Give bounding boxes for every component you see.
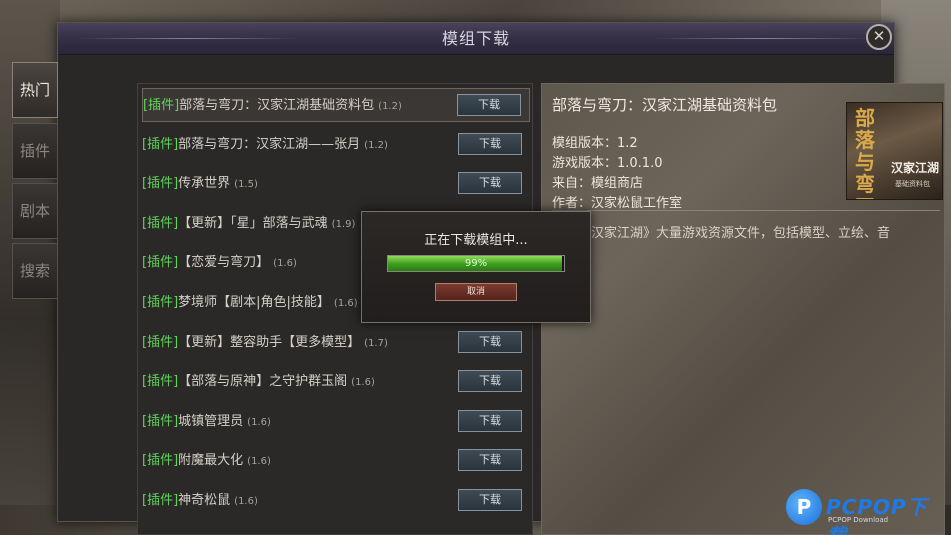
- mod-name: 城镇管理员: [178, 413, 244, 429]
- tab-plugins[interactable]: 插件: [12, 123, 58, 179]
- mod-tag: [插件]: [142, 255, 179, 271]
- tab-scripts[interactable]: 剧本: [12, 183, 58, 239]
- mod-version-tag: (1.7): [364, 337, 388, 349]
- mod-version-tag: (1.6): [247, 456, 271, 468]
- mod-version-tag: (1.2): [364, 139, 388, 151]
- mod-tag: [插件]: [142, 136, 179, 152]
- download-button[interactable]: 下载: [458, 370, 522, 393]
- mod-version-tag: (1.6): [273, 258, 297, 270]
- download-button[interactable]: 下载: [458, 132, 522, 155]
- download-button[interactable]: 下载: [458, 409, 522, 432]
- detail-divider: [552, 210, 940, 211]
- mod-tag: [插件]: [142, 334, 179, 350]
- tab-hot[interactable]: 热门: [12, 62, 58, 118]
- mod-name: 部落与弯刀：汉家江湖基础资料包: [179, 98, 375, 113]
- title-ornament-left: [78, 38, 298, 39]
- mod-list-item[interactable]: [插件]【部落与原神】之守护群玉阁 (1.6) 下载: [142, 365, 530, 399]
- mod-tag: [插件]: [143, 98, 180, 113]
- download-button[interactable]: 下载: [458, 489, 522, 511]
- mod-version-tag: (1.9): [331, 218, 356, 230]
- mod-name: 【部落与原神】之守护群玉阁: [178, 374, 348, 390]
- mod-name: 神奇松鼠: [178, 493, 231, 508]
- mod-tag: [插件]: [142, 215, 179, 231]
- download-progress-bar: 99%: [387, 255, 565, 272]
- mod-name: 梦境师【剧本|角色|技能】: [178, 295, 330, 310]
- title-ornament-right: [654, 38, 874, 39]
- mod-tag: [插件]: [142, 453, 179, 469]
- mod-name: 附魔最大化: [178, 453, 244, 469]
- cover-caption: 基础资料包: [895, 180, 930, 188]
- mod-tag: [插件]: [142, 295, 179, 310]
- cover-subtitle: 汉家江湖: [891, 161, 940, 175]
- mod-name: 【更新】「星」部落与武魂: [178, 215, 328, 231]
- mod-version-tag: (1.2): [378, 101, 402, 112]
- download-button[interactable]: 下载: [458, 449, 522, 472]
- mod-list-item[interactable]: [插件]附魔最大化 (1.6) 下载: [142, 444, 530, 478]
- title-bar: 模组下载: [58, 23, 894, 55]
- mod-author: 作者：汉家松鼠工作室: [552, 196, 683, 211]
- mod-list-item[interactable]: [插件]神奇松鼠 (1.6) 下载: [142, 484, 530, 518]
- mod-detail-panel: 部落与弯刀：汉家江湖基础资料包 模组版本：1.2 游戏版本：1.0.1.0 来自…: [541, 83, 945, 535]
- close-button[interactable]: ✕: [866, 24, 892, 50]
- mod-name: 部落与弯刀：汉家江湖——张月: [178, 136, 361, 152]
- game-version: 游戏版本：1.0.1.0: [552, 156, 663, 171]
- mod-tag: [插件]: [142, 374, 179, 390]
- download-progress-dialog: 正在下载模组中... 99% 取消: [361, 211, 591, 323]
- mod-version-tag: (1.6): [351, 377, 375, 389]
- mod-cover-image: 部落与弯刀 汉家江湖 基础资料包: [846, 102, 943, 200]
- cancel-button[interactable]: 取消: [435, 283, 517, 301]
- tab-search[interactable]: 搜索: [12, 243, 58, 299]
- mod-description: 包含《汉家江湖》大量游戏资源文件，包括模型、立绘、音: [552, 226, 891, 241]
- download-button[interactable]: 下载: [458, 330, 522, 353]
- mod-version: 模组版本：1.2: [552, 136, 638, 151]
- download-button[interactable]: 下载: [458, 172, 522, 195]
- mod-version-tag: (1.6): [234, 496, 258, 507]
- progress-label: 99%: [464, 258, 488, 269]
- download-message: 正在下载模组中...: [424, 233, 528, 248]
- mod-name: 传承世界: [178, 176, 231, 192]
- mod-version-tag: (1.6): [333, 298, 358, 309]
- cover-title: 部落与弯刀: [855, 106, 875, 199]
- watermark-text: PCPOP下载: [826, 495, 928, 535]
- site-watermark: P PCPOP下载 PCPOP Download: [786, 487, 948, 535]
- mod-version-tag: (1.5): [234, 179, 258, 191]
- mod-version-tag: (1.6): [247, 416, 271, 428]
- mod-tag: [插件]: [142, 176, 179, 192]
- watermark-subtext: PCPOP Download: [828, 516, 889, 524]
- pcpop-logo-icon: P: [786, 489, 822, 525]
- mod-tag: [插件]: [142, 493, 179, 508]
- mod-list-item[interactable]: [插件]城镇管理员 (1.6) 下载: [142, 405, 530, 439]
- mod-name: 【更新】整容助手【更多模型】: [178, 334, 361, 350]
- mod-source: 来自：模组商店: [552, 176, 644, 191]
- mod-list-item[interactable]: [插件]传承世界 (1.5) 下载: [142, 167, 530, 201]
- mod-list-item[interactable]: [插件]部落与弯刀：汉家江湖基础资料包 (1.2) 下载: [142, 88, 530, 122]
- mod-list-item[interactable]: [插件]【更新】整容助手【更多模型】 (1.7) 下载: [142, 326, 530, 360]
- detail-title: 部落与弯刀：汉家江湖基础资料包: [552, 96, 778, 114]
- window-title: 模组下载: [441, 29, 510, 48]
- mod-name: 【恋爱与弯刀】: [178, 255, 270, 271]
- mod-list-item[interactable]: [插件]部落与弯刀：汉家江湖——张月 (1.2) 下载: [142, 128, 530, 162]
- download-button[interactable]: 下载: [457, 94, 521, 116]
- mod-tag: [插件]: [142, 413, 179, 429]
